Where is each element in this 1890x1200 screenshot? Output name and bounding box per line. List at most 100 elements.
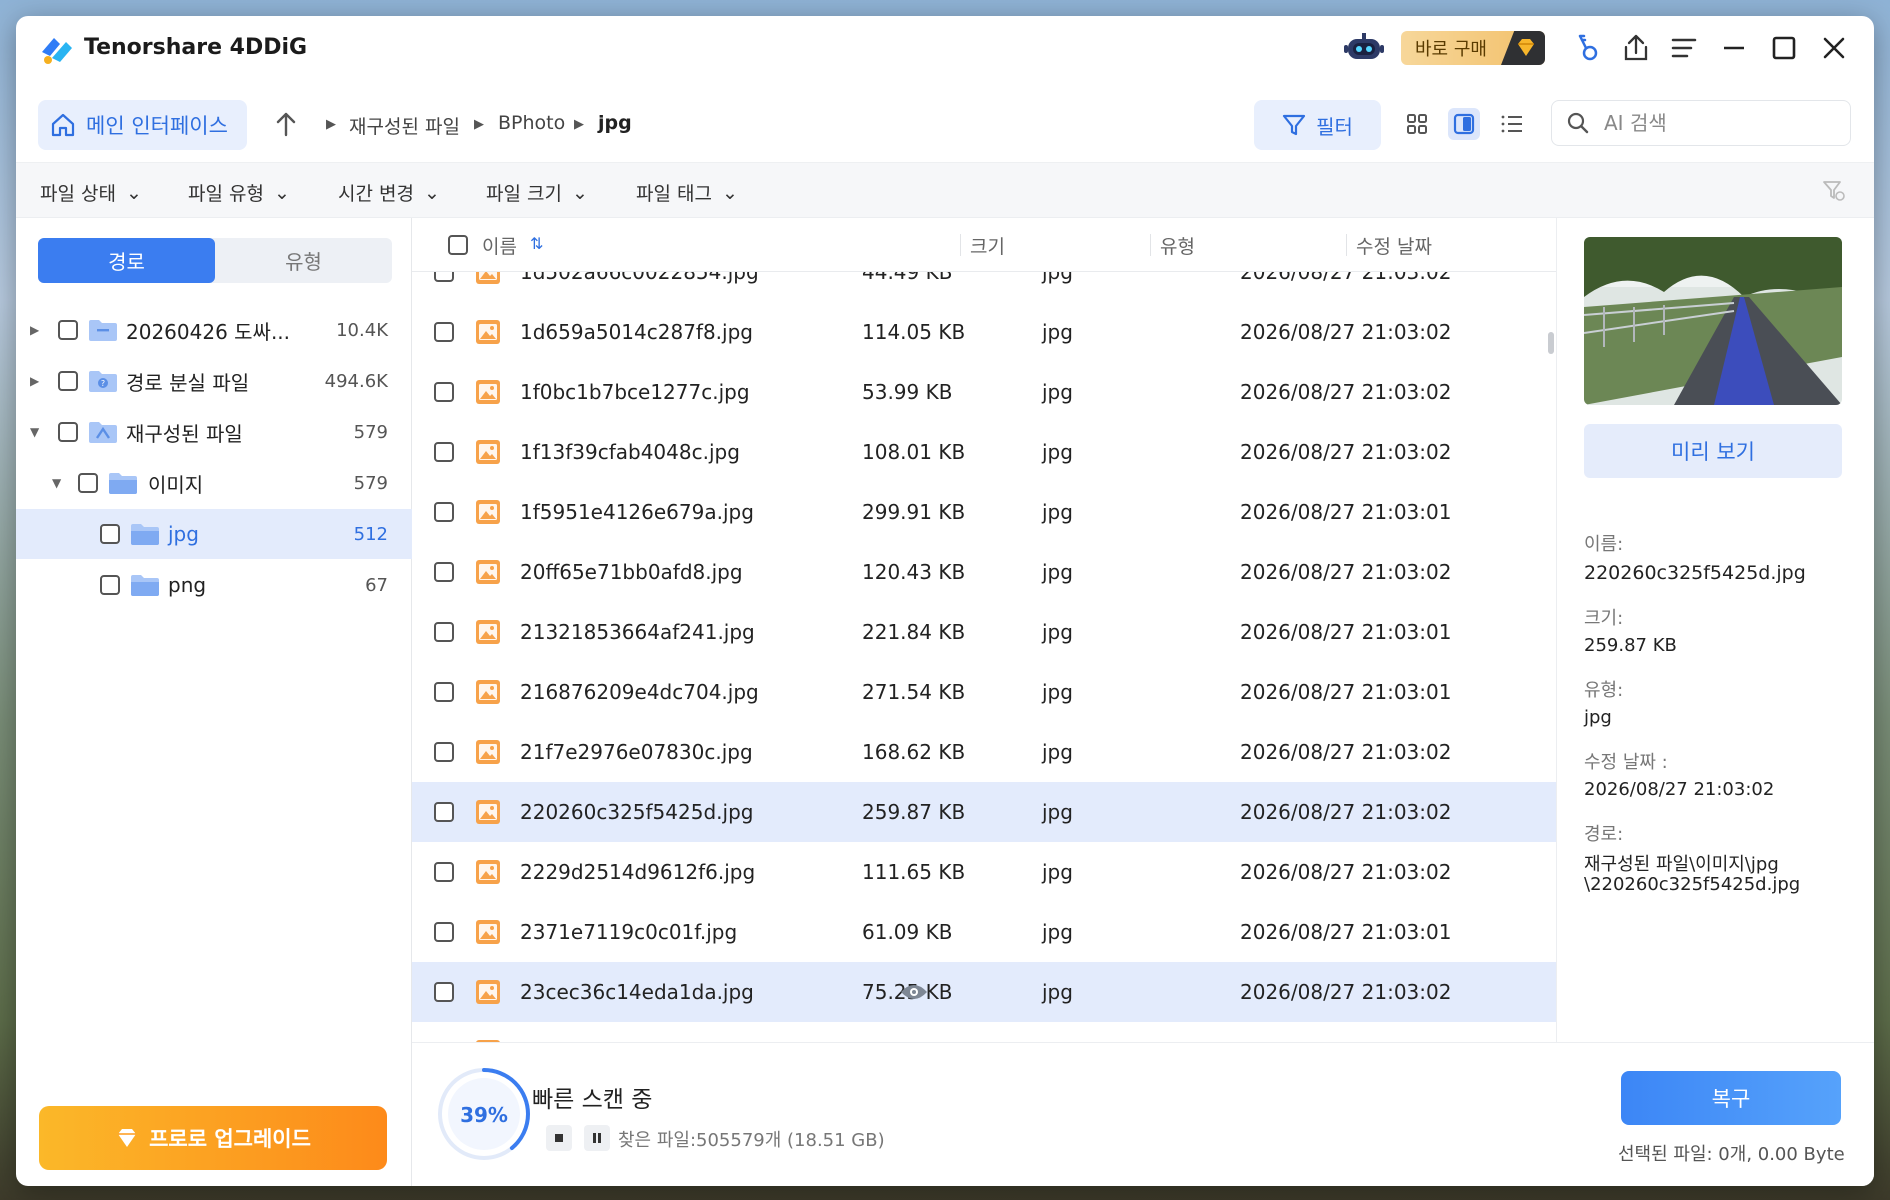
sort-icon[interactable]: ⇅ bbox=[530, 234, 543, 253]
upgrade-to-pro-button[interactable]: 프로로 업그레이드 bbox=[39, 1106, 387, 1170]
grid-view-icon[interactable] bbox=[1401, 108, 1433, 140]
table-row[interactable]: 20ff65e71bb0afd8.jpg 120.43 KB jpg 2026/08/… bbox=[412, 542, 1556, 602]
column-divider[interactable] bbox=[1150, 234, 1151, 256]
filter-button[interactable]: 필터 bbox=[1254, 100, 1381, 150]
collapse-caret-icon[interactable]: ▼ bbox=[30, 425, 39, 439]
file-type: jpg bbox=[1042, 620, 1073, 644]
collapse-caret-icon[interactable]: ▼ bbox=[52, 476, 61, 490]
table-row[interactable]: 1d502a66c0022854.jpg 44.49 KB jpg 2026/08/2… bbox=[412, 272, 1556, 302]
breadcrumb-current: jpg bbox=[598, 112, 632, 134]
time-modified-dropdown[interactable]: 시간 변경 ⌄ bbox=[338, 179, 440, 206]
breadcrumb-item[interactable]: BPhoto bbox=[498, 112, 565, 134]
table-row[interactable]: 2371e7119c0c01f.jpg 61.09 KB jpg 2026/08/27… bbox=[412, 902, 1556, 962]
minimize-icon[interactable] bbox=[1714, 28, 1754, 68]
close-icon[interactable] bbox=[1814, 28, 1854, 68]
row-checkbox[interactable] bbox=[434, 922, 454, 942]
tree-item[interactable]: png 67 bbox=[16, 560, 412, 610]
row-checkbox[interactable] bbox=[434, 322, 454, 342]
tree-checkbox[interactable] bbox=[78, 473, 98, 493]
key-icon[interactable] bbox=[1568, 28, 1608, 68]
row-checkbox[interactable] bbox=[434, 272, 454, 282]
row-checkbox[interactable] bbox=[434, 802, 454, 822]
column-divider[interactable] bbox=[1346, 234, 1347, 256]
preview-button[interactable]: 미리 보기 bbox=[1584, 424, 1842, 478]
eye-preview-icon[interactable] bbox=[900, 982, 928, 1002]
table-row[interactable]: 21f7e2976e07830c.jpg 168.62 KB jpg 2026/08/… bbox=[412, 722, 1556, 782]
row-checkbox[interactable] bbox=[434, 442, 454, 462]
up-arrow-icon[interactable] bbox=[266, 104, 306, 144]
home-button[interactable]: 메인 인터페이스 bbox=[38, 100, 247, 150]
column-header-date[interactable]: 수정 날짜 bbox=[1356, 232, 1432, 259]
file-date: 2026/08/27 21:03:02 bbox=[1240, 560, 1452, 584]
table-row-partial[interactable] bbox=[412, 1022, 1556, 1042]
share-icon[interactable] bbox=[1616, 28, 1656, 68]
row-checkbox[interactable] bbox=[434, 862, 454, 882]
row-checkbox[interactable] bbox=[434, 622, 454, 642]
tree-item[interactable]: ▶ ? 경로 분실 파일 494.6K bbox=[16, 356, 412, 406]
app-logo-icon bbox=[42, 38, 72, 64]
row-checkbox[interactable] bbox=[434, 502, 454, 522]
tab-type[interactable]: 유형 bbox=[215, 238, 392, 283]
table-row[interactable]: 23cec36c14eda1da.jpg 75.25 KB jpg 2026/08/2… bbox=[412, 962, 1556, 1022]
file-date: 2026/08/27 21:03:02 bbox=[1240, 860, 1452, 884]
row-checkbox[interactable] bbox=[434, 982, 454, 1002]
search-input[interactable] bbox=[1604, 111, 1824, 135]
file-tag-dropdown[interactable]: 파일 태그 ⌄ bbox=[636, 179, 738, 206]
file-date: 2026/08/27 21:03:02 bbox=[1240, 800, 1452, 824]
image-file-icon bbox=[476, 320, 500, 344]
menu-icon[interactable] bbox=[1664, 28, 1704, 68]
column-header-type[interactable]: 유형 bbox=[1160, 232, 1195, 259]
tree-checkbox[interactable] bbox=[100, 575, 120, 595]
column-header-size[interactable]: 크기 bbox=[970, 232, 1005, 259]
tab-path[interactable]: 경로 bbox=[38, 238, 215, 283]
file-type-dropdown[interactable]: 파일 유형 ⌄ bbox=[188, 179, 290, 206]
file-size: 299.91 KB bbox=[862, 500, 966, 524]
list-view-icon[interactable] bbox=[1496, 108, 1528, 140]
tree-item-selected[interactable]: jpg 512 bbox=[16, 509, 412, 559]
select-all-checkbox[interactable] bbox=[448, 235, 468, 255]
preview-pane-view-icon[interactable] bbox=[1448, 108, 1480, 140]
expand-caret-icon[interactable]: ▶ bbox=[30, 374, 39, 388]
expand-caret-icon[interactable]: ▶ bbox=[30, 323, 39, 337]
column-divider[interactable] bbox=[960, 234, 961, 256]
funnel-icon bbox=[1282, 114, 1306, 136]
pause-scan-button[interactable] bbox=[584, 1125, 610, 1151]
table-row[interactable]: 220260c325f5425d.jpg 259.87 KB jpg 2026/08/… bbox=[412, 782, 1556, 842]
tree-item[interactable]: ▶ 20260426 도싸... 10.4K bbox=[16, 305, 412, 355]
column-header-name[interactable]: 이름 bbox=[482, 232, 517, 259]
ai-assistant-robot-icon[interactable] bbox=[1344, 28, 1384, 68]
stop-scan-button[interactable] bbox=[546, 1125, 572, 1151]
table-row[interactable]: 1d659a5014c287f8.jpg 114.05 KB jpg 2026/08/… bbox=[412, 302, 1556, 362]
file-name: 1f13f39cfab4048c.jpg bbox=[520, 440, 740, 464]
maximize-icon[interactable] bbox=[1764, 28, 1804, 68]
breadcrumb-item[interactable]: 재구성된 파일 bbox=[349, 112, 460, 139]
tree-checkbox[interactable] bbox=[58, 320, 78, 340]
table-row[interactable]: 1f5951e4126e679a.jpg 299.91 KB jpg 2026/08/… bbox=[412, 482, 1556, 542]
table-row[interactable]: 21321853664af241.jpg 221.84 KB jpg 2026/08/… bbox=[412, 602, 1556, 662]
file-status-dropdown[interactable]: 파일 상태 ⌄ bbox=[40, 179, 142, 206]
scrollbar-thumb[interactable] bbox=[1548, 332, 1554, 354]
tree-label: 이미지 bbox=[148, 472, 204, 497]
clear-filter-icon[interactable] bbox=[1822, 179, 1846, 203]
tree-checkbox[interactable] bbox=[58, 371, 78, 391]
table-row[interactable]: 2229d2514d9612f6.jpg 111.65 KB jpg 2026/08/… bbox=[412, 842, 1556, 902]
tree-checkbox[interactable] bbox=[100, 524, 120, 544]
row-checkbox[interactable] bbox=[434, 562, 454, 582]
row-checkbox[interactable] bbox=[434, 742, 454, 762]
recover-button[interactable]: 복구 bbox=[1621, 1071, 1841, 1125]
row-checkbox[interactable] bbox=[434, 382, 454, 402]
file-size-dropdown[interactable]: 파일 크기 ⌄ bbox=[486, 179, 588, 206]
tree-item[interactable]: ▼ 재구성된 파일 579 bbox=[16, 407, 412, 457]
table-row[interactable]: 216876209e4dc704.jpg 271.54 KB jpg 2026/08/… bbox=[412, 662, 1556, 722]
table-row[interactable]: 1f13f39cfab4048c.jpg 108.01 KB jpg 2026/08/… bbox=[412, 422, 1556, 482]
row-checkbox[interactable] bbox=[434, 682, 454, 702]
image-file-icon bbox=[476, 440, 500, 464]
tree-item[interactable]: ▼ 이미지 579 bbox=[16, 458, 412, 508]
file-name: 1f5951e4126e679a.jpg bbox=[520, 500, 754, 524]
table-row[interactable]: 1f0bc1b7bce1277c.jpg 53.99 KB jpg 2026/08/2… bbox=[412, 362, 1556, 422]
buy-now-button[interactable]: 바로 구매 bbox=[1401, 31, 1545, 65]
file-size: 53.99 KB bbox=[862, 380, 953, 404]
file-name: 2371e7119c0c01f.jpg bbox=[520, 920, 738, 944]
dropdown-label: 파일 유형 bbox=[188, 183, 264, 205]
tree-checkbox[interactable] bbox=[58, 422, 78, 442]
